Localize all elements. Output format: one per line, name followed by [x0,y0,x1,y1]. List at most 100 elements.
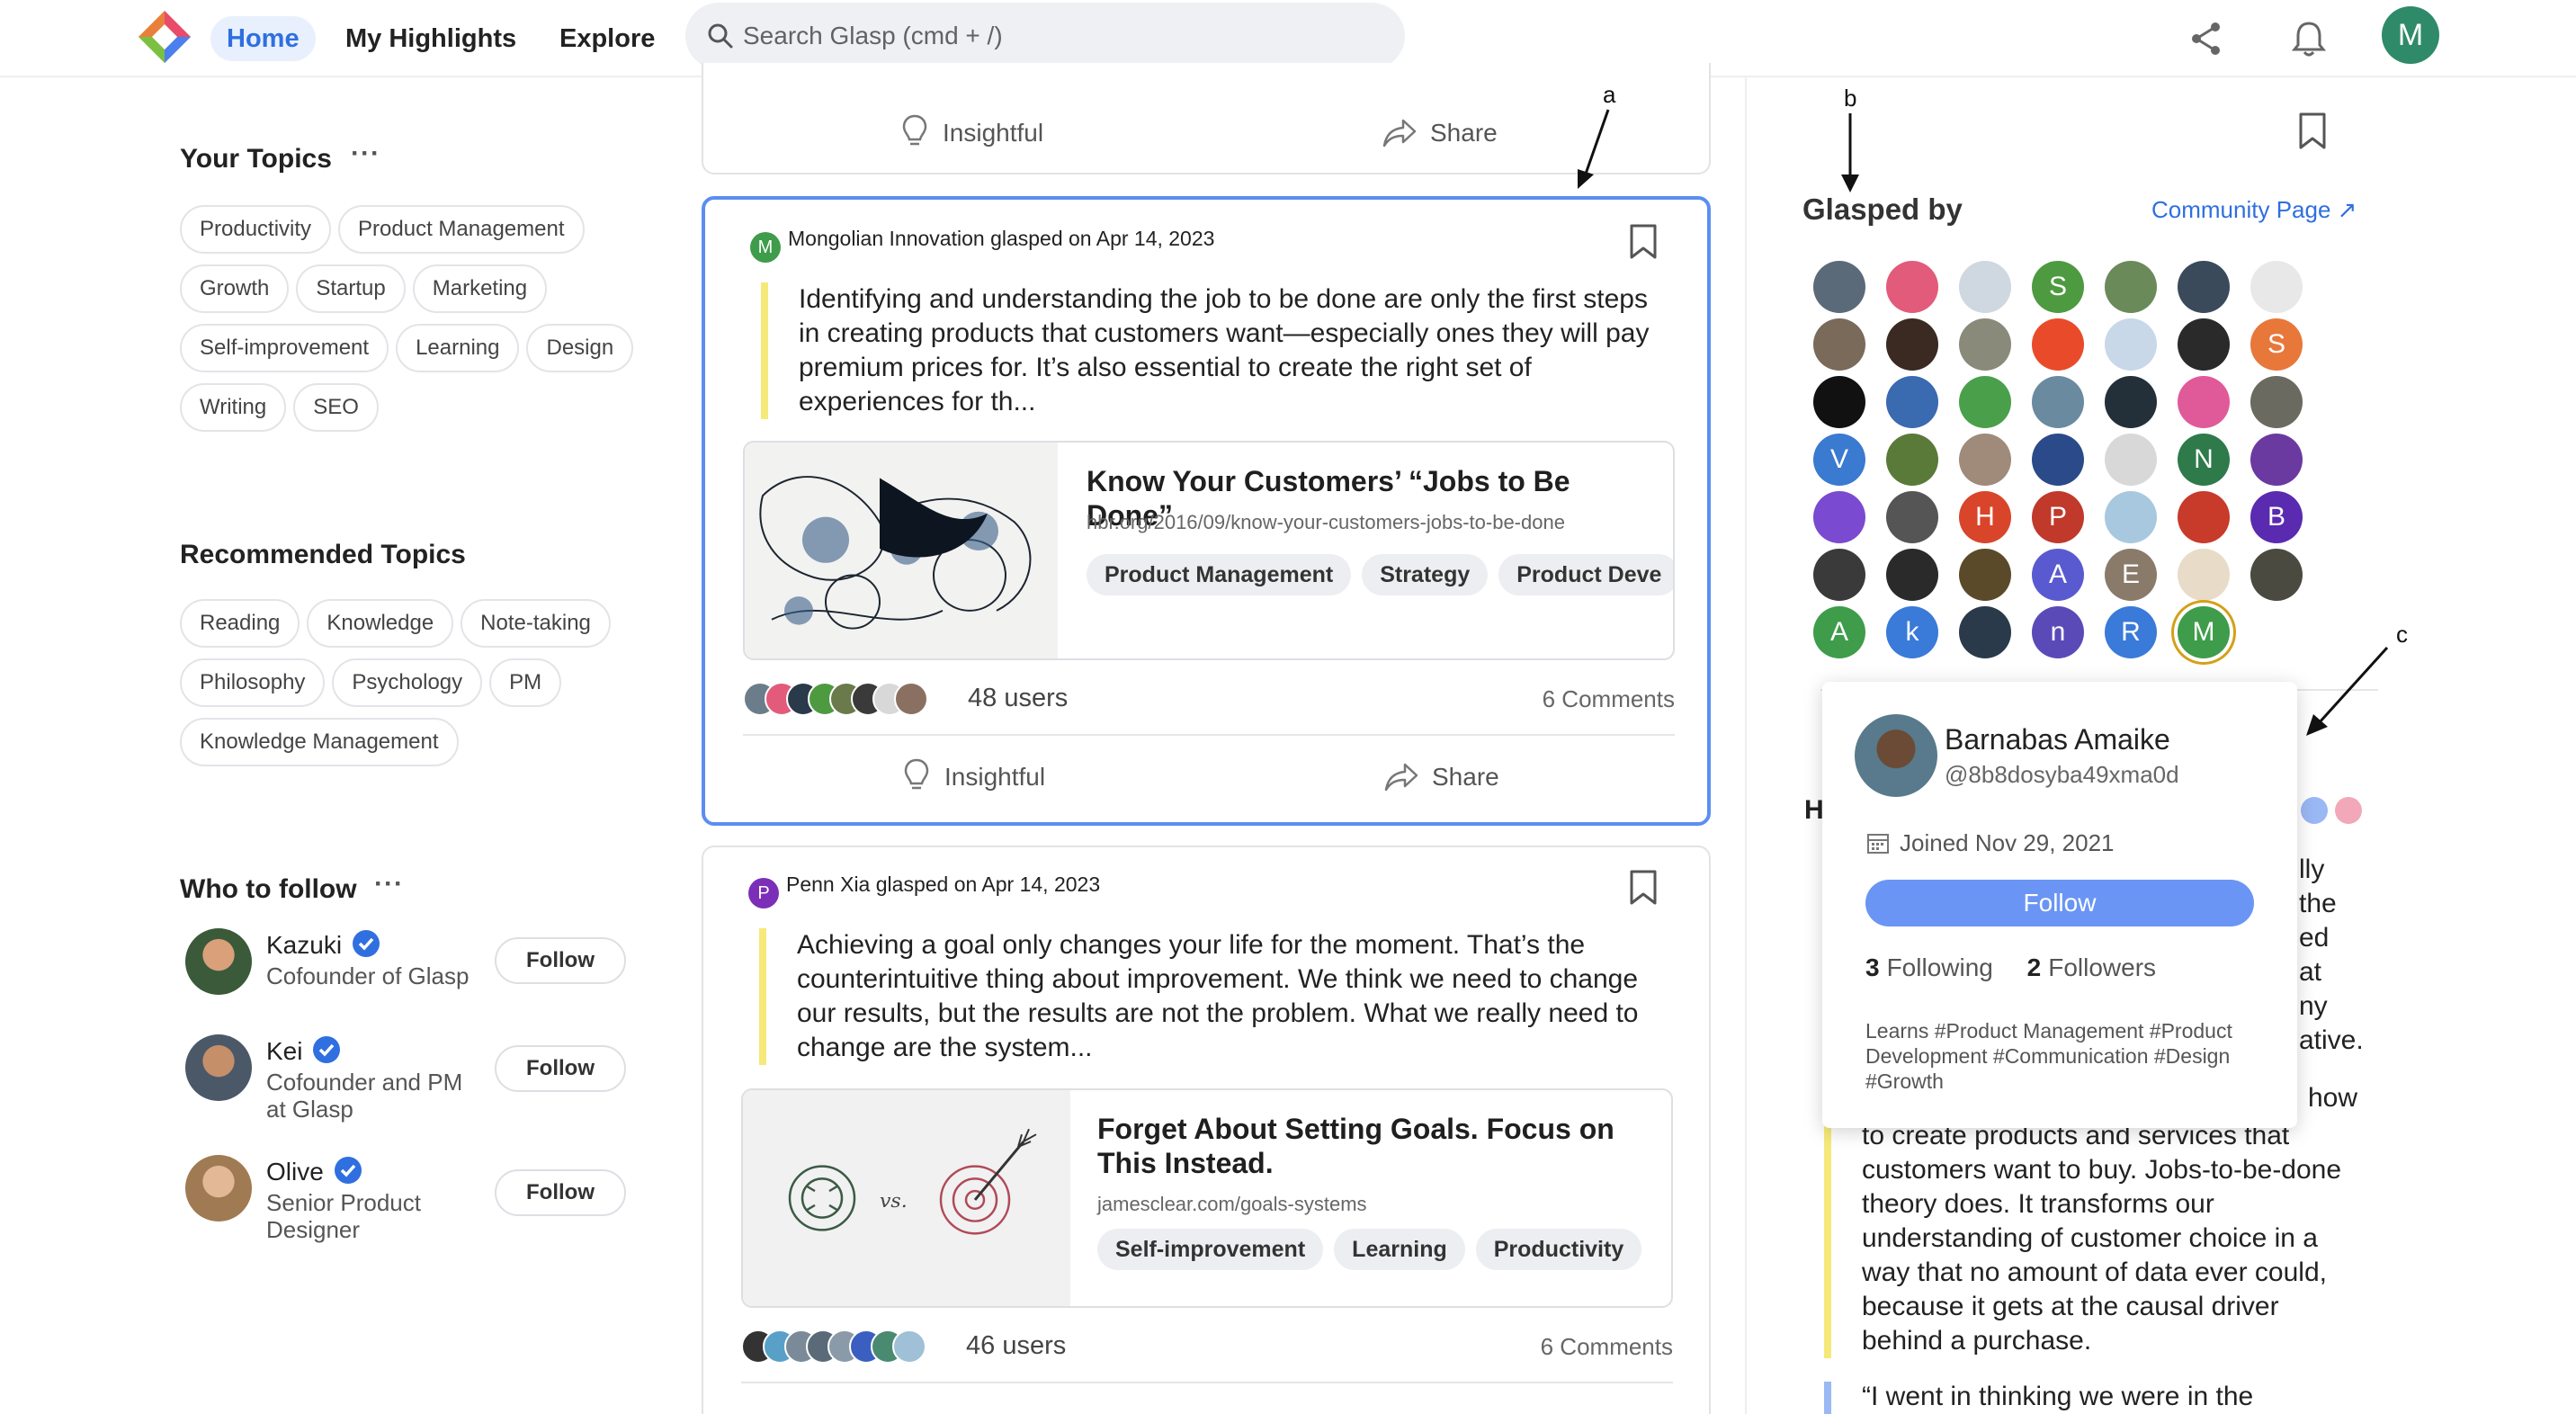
glasper-avatar[interactable] [2032,318,2084,371]
recommended-topic-chip[interactable]: Note-taking [461,599,611,648]
follow-button[interactable]: Follow [495,937,626,984]
popover-follow-button[interactable]: Follow [1865,880,2254,926]
topic-chip[interactable]: Product Management [338,205,585,254]
glasper-avatar[interactable]: n [2032,606,2084,658]
popover-avatar[interactable] [1855,714,1937,797]
bookmark-icon[interactable] [1628,223,1659,261]
glasper-avatar[interactable]: S [2032,261,2084,313]
topic-chip[interactable]: SEO [293,383,379,432]
more-icon[interactable]: ··· [351,139,380,169]
insightful-button[interactable]: Insightful [899,113,1043,153]
tab-home[interactable]: Home [210,16,316,61]
topic-chip[interactable]: Marketing [412,264,548,313]
following-stat[interactable]: 3 Following [1865,953,1993,981]
article-preview[interactable]: vs. Forget About Setting Goals. Focus on… [741,1088,1673,1308]
glasp-logo[interactable] [137,9,192,65]
avatar[interactable] [185,1155,252,1222]
glasper-avatar[interactable] [2178,261,2230,313]
glasper-avatar[interactable] [1959,434,2011,486]
glasper-avatar[interactable] [1959,376,2011,428]
recommended-topic-chip[interactable]: Knowledge [307,599,454,648]
article-preview[interactable]: Know Your Customers’ “Jobs to Be Done” h… [743,441,1675,660]
poster-avatar[interactable]: P [748,878,779,908]
glasper-avatar[interactable] [2178,376,2230,428]
article-tag[interactable]: Productivity [1475,1229,1642,1270]
comments-count[interactable]: 6 Comments [1543,685,1675,713]
person-name[interactable]: Kazuki [266,928,381,960]
glasper-avatar[interactable]: E [2105,549,2157,601]
topic-chip[interactable]: Learning [396,324,520,372]
search-bar[interactable] [685,3,1405,69]
feed-card[interactable]: P Penn Xia glasped on Apr 14, 2023 Achiev… [702,846,1711,1414]
poster-name[interactable]: Penn Xia [786,873,870,896]
topic-chip[interactable]: Self-improvement [180,324,389,372]
topic-chip[interactable]: Productivity [180,205,332,254]
follow-button[interactable]: Follow [495,1045,626,1092]
glasper-avatar[interactable] [1959,318,2011,371]
glasper-avatar[interactable] [2105,318,2157,371]
glasper-avatar[interactable] [2178,549,2230,601]
glasper-avatar[interactable] [2250,376,2303,428]
tab-my-highlights[interactable]: My Highlights [329,16,532,61]
popover-name[interactable]: Barnabas Amaike [1945,723,2170,756]
bell-icon[interactable] [2286,16,2331,61]
glasper-avatar[interactable]: k [1886,606,1938,658]
topic-chip[interactable]: Writing [180,383,287,432]
glasper-avatar[interactable] [1813,376,1865,428]
user-avatar[interactable]: M [2382,6,2439,64]
users-count[interactable]: 46 users [966,1331,1066,1361]
glasper-avatar[interactable] [1959,606,2011,658]
glasper-avatar[interactable] [2105,261,2157,313]
person-name[interactable]: Kei [266,1034,342,1066]
recommended-topic-chip[interactable]: PM [489,658,562,707]
topic-chip[interactable]: Design [526,324,634,372]
color-dot[interactable] [2301,797,2328,824]
recommended-topic-chip[interactable]: Psychology [332,658,483,707]
glasper-avatar[interactable] [2032,376,2084,428]
glasper-avatar[interactable] [1813,549,1865,601]
glasper-avatar[interactable] [1886,491,1938,543]
article-tag[interactable]: Learning [1334,1229,1465,1270]
article-tag[interactable]: Self-improvement [1097,1229,1324,1270]
glasper-avatar[interactable] [2250,261,2303,313]
followers-stat[interactable]: 2 Followers [2027,953,2156,981]
glasper-avatar[interactable] [2178,491,2230,543]
glasper-avatar[interactable]: S [2250,318,2303,371]
recommended-topic-chip[interactable]: Philosophy [180,658,326,707]
share-icon[interactable] [2184,16,2229,61]
community-page-link[interactable]: Community Page ↗ [2151,196,2357,224]
glasper-avatar[interactable] [1886,318,1938,371]
highlight-quote[interactable]: Identifying and understanding the job to… [761,282,1669,419]
comments-count[interactable]: 6 Comments [1541,1333,1673,1361]
glasper-avatar[interactable] [1813,318,1865,371]
topic-chip[interactable]: Startup [296,264,406,313]
avatar[interactable] [185,928,252,995]
glasper-avatar[interactable] [2250,549,2303,601]
article-tag[interactable]: Product Management [1087,554,1352,595]
highlight-quote[interactable]: Achieving a goal only changes your life … [759,928,1668,1065]
person-name[interactable]: Olive [266,1155,363,1186]
glasper-avatar[interactable] [1959,261,2011,313]
insightful-button[interactable]: Insightful [901,757,1045,797]
users-count[interactable]: 48 users [968,684,1068,713]
follow-button[interactable]: Follow [495,1169,626,1216]
glasper-avatar[interactable] [1886,549,1938,601]
highlight-text[interactable]: “I went in thinking we were in the [1862,1380,2366,1414]
glasper-avatar[interactable] [2105,434,2157,486]
glasper-avatar[interactable] [1886,261,1938,313]
glasper-avatar[interactable]: P [2032,491,2084,543]
glasper-avatar[interactable] [2105,491,2157,543]
recommended-topic-chip[interactable]: Knowledge Management [180,718,459,766]
article-tag[interactable]: Strategy [1362,554,1489,595]
bookmark-icon[interactable] [1628,869,1659,907]
glasper-avatar[interactable] [2178,318,2230,371]
poster-name[interactable]: Mongolian Innovation [788,227,985,250]
recommended-topic-chip[interactable]: Reading [180,599,300,648]
topic-chip[interactable]: Growth [180,264,290,313]
bookmark-icon[interactable] [2297,112,2328,151]
poster-avatar[interactable]: M [750,232,781,263]
article-title[interactable]: Forget About Setting Goals. Focus on Thi… [1097,1112,1664,1180]
article-tag[interactable]: Product Deve [1498,554,1673,595]
glasper-avatar[interactable]: H [1959,491,2011,543]
more-icon[interactable]: ··· [374,869,404,899]
